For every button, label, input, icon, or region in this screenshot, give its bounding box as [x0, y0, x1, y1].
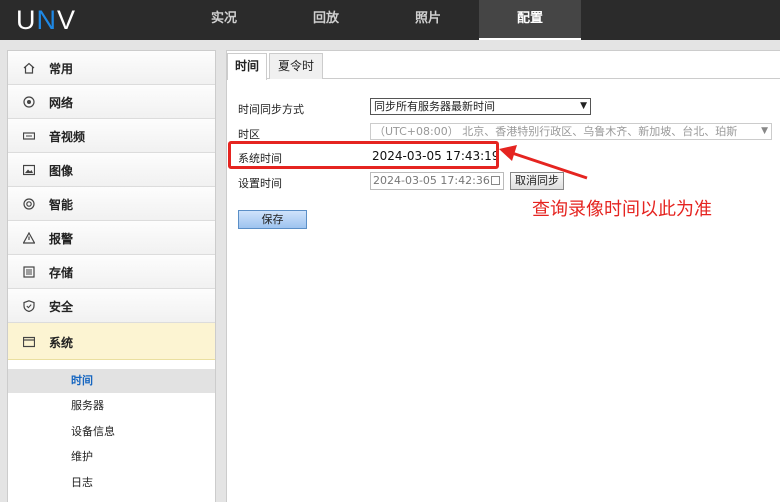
tab-time[interactable]: 时间 [227, 53, 267, 80]
sidebar-item-audio-video[interactable]: 音视频 [8, 119, 215, 153]
save-button[interactable]: 保存 [238, 210, 307, 229]
smart-icon [23, 198, 35, 210]
sidebar-item-smart[interactable]: 智能 [8, 187, 215, 221]
warning-icon [23, 232, 35, 244]
timezone-select[interactable]: （UTC+08:00） 北京、香港特别行政区、乌鲁木齐、新加坡、台北、珀斯 ▼ [370, 123, 772, 140]
sync-mode-value: 同步所有服务器最新时间 [374, 100, 495, 113]
shield-icon [23, 300, 35, 312]
globe-icon [23, 96, 35, 108]
sidebar-subitem-server[interactable]: 服务器 [8, 394, 215, 418]
chevron-down-icon: ▼ [759, 124, 768, 139]
set-time-value: 2024-03-05 17:42:36 [373, 174, 490, 187]
sidebar-subitem-log[interactable]: 日志 [8, 471, 215, 495]
window-icon [23, 336, 35, 348]
config-sidebar: 常用 网络 音视频 图像 智能 报警 存储 安全 系统 时间 服务器 设备信息 … [7, 50, 216, 502]
top-navigation-bar: UNV 实况 回放 照片 配置 [0, 0, 780, 40]
sidebar-item-network[interactable]: 网络 [8, 85, 215, 119]
nav-tab-config[interactable]: 配置 [479, 0, 581, 40]
tab-dst[interactable]: 夏令时 [269, 53, 323, 79]
chevron-down-icon: ▼ [580, 101, 587, 111]
sidebar-item-label: 存储 [49, 266, 74, 280]
sync-mode-select[interactable]: 同步所有服务器最新时间 ▼ [370, 98, 591, 115]
home-icon [23, 62, 35, 74]
brand-logo: UNV [16, 5, 77, 35]
video-icon [23, 132, 35, 140]
sidebar-item-label: 报警 [49, 232, 74, 246]
image-icon [23, 164, 35, 176]
sidebar-item-label: 图像 [49, 164, 74, 178]
nav-tab-photos[interactable]: 照片 [377, 0, 479, 40]
system-time-highlight-box [228, 141, 499, 169]
sidebar-item-system[interactable]: 系统 [8, 323, 215, 360]
content-panel: 时间 夏令时 [226, 50, 780, 502]
set-time-label: 设置时间 [238, 177, 282, 190]
nav-tab-live[interactable]: 实况 [173, 0, 275, 40]
sidebar-item-label: 网络 [49, 96, 74, 110]
sidebar-item-label: 常用 [49, 62, 74, 76]
content-tab-strip: 时间 夏令时 [227, 51, 780, 80]
nav-tab-playback[interactable]: 回放 [275, 0, 377, 40]
sync-mode-label: 时间同步方式 [238, 103, 304, 116]
sidebar-item-common[interactable]: 常用 [8, 51, 215, 85]
timezone-value: （UTC+08:00） 北京、香港特别行政区、乌鲁木齐、新加坡、台北、珀斯 [374, 125, 738, 138]
sidebar-item-image[interactable]: 图像 [8, 153, 215, 187]
annotation-callout-text: 查询录像时间以此为准 [532, 199, 712, 220]
set-time-input[interactable]: 2024-03-05 17:42:36 [370, 172, 504, 190]
sidebar-item-label: 智能 [49, 198, 74, 212]
sidebar-item-security[interactable]: 安全 [8, 289, 215, 323]
sidebar-item-storage[interactable]: 存储 [8, 255, 215, 289]
storage-icon [23, 266, 35, 278]
timezone-label: 时区 [238, 128, 260, 141]
sidebar-item-alarm[interactable]: 报警 [8, 221, 215, 255]
sidebar-item-label: 音视频 [49, 130, 86, 144]
sidebar-subitem-time[interactable]: 时间 [8, 369, 215, 393]
annotation-arrow-icon [499, 145, 588, 180]
sidebar-subitem-maintenance[interactable]: 维护 [8, 445, 215, 469]
sidebar-subitem-device-info[interactable]: 设备信息 [8, 420, 215, 444]
sidebar-item-label: 安全 [49, 300, 74, 314]
sidebar-item-label: 系统 [49, 336, 74, 350]
